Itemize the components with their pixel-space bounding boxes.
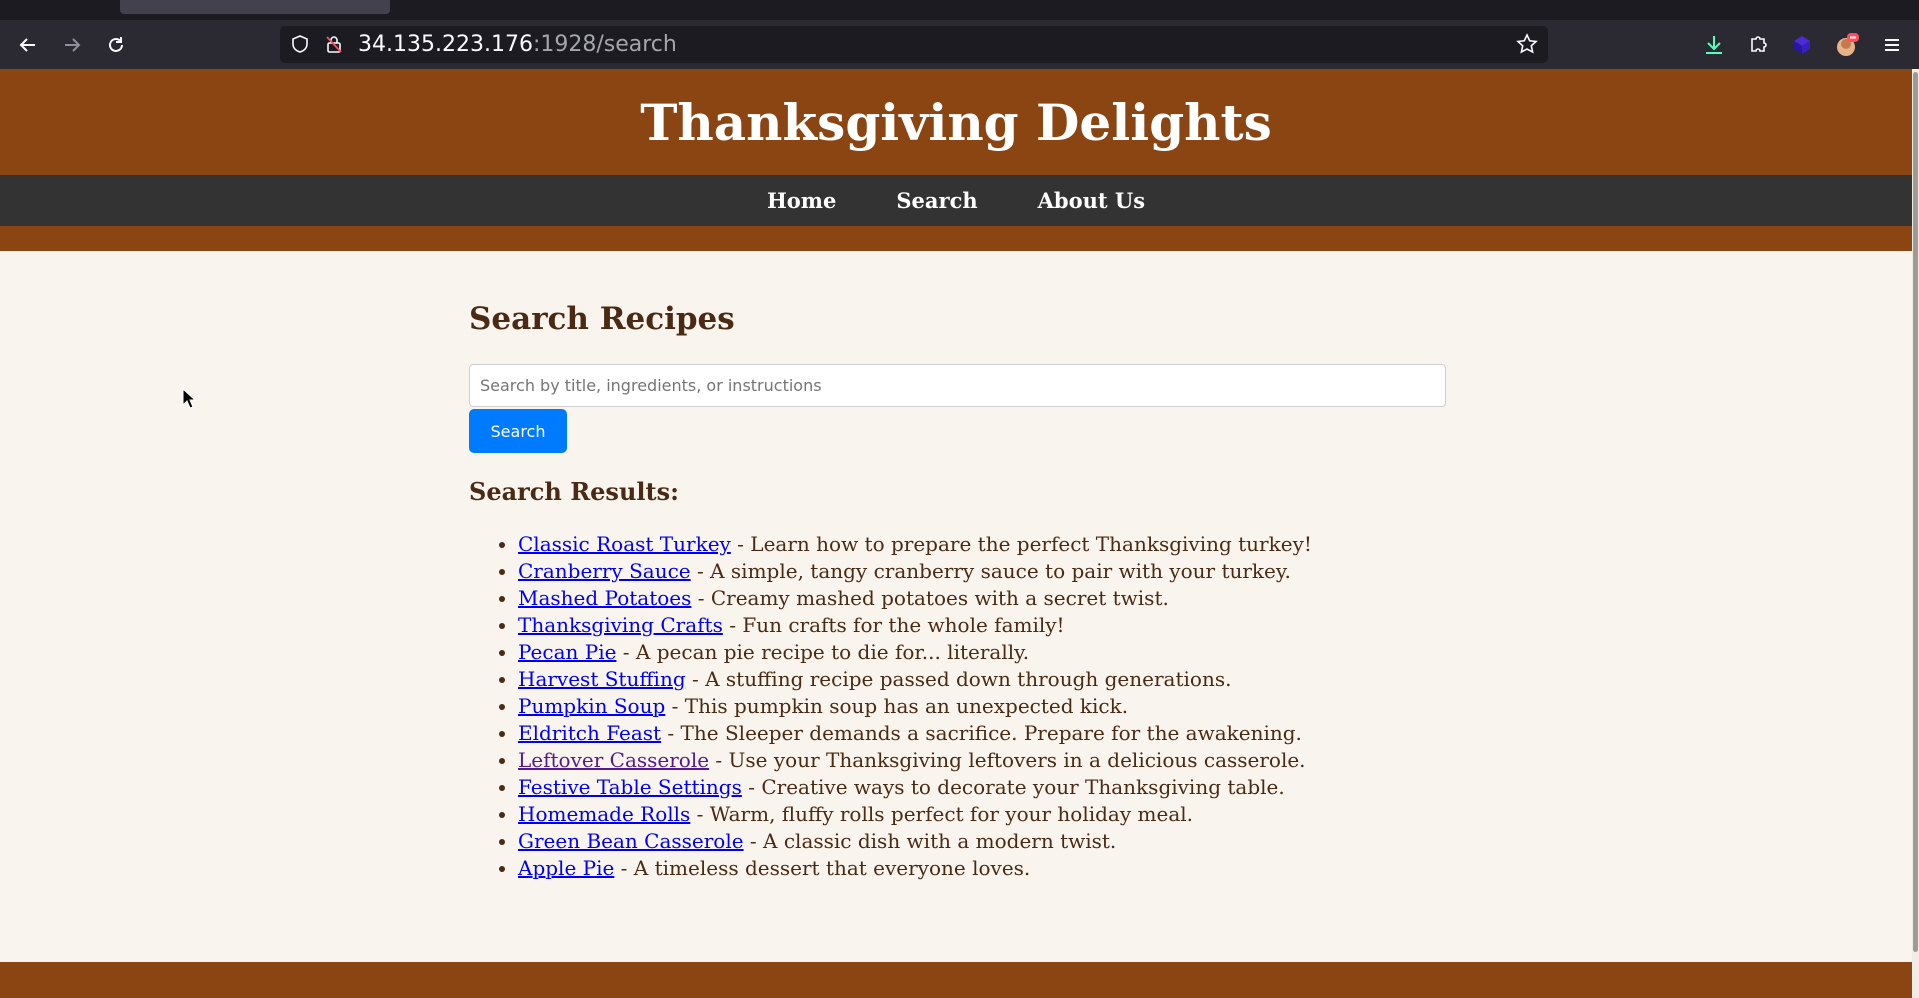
- result-link[interactable]: Apple Pie: [518, 856, 614, 880]
- result-link[interactable]: Homemade Rolls: [518, 802, 690, 826]
- result-link[interactable]: Thanksgiving Crafts: [518, 613, 723, 637]
- result-description: - Learn how to prepare the perfect Thank…: [730, 532, 1312, 556]
- result-description: - A stuffing recipe passed down through …: [685, 667, 1232, 691]
- tab-strip: [0, 0, 1919, 20]
- result-item: Mashed Potatoes - Creamy mashed potatoes…: [518, 585, 1446, 612]
- result-link[interactable]: Green Bean Casserole: [518, 829, 744, 853]
- site-title: Thanksgiving Delights: [640, 92, 1272, 152]
- search-input[interactable]: [469, 364, 1446, 407]
- download-icon[interactable]: [1700, 31, 1728, 59]
- result-description: - A pecan pie recipe to die for... liter…: [616, 640, 1030, 664]
- browser-toolbar: 34.135.223.176:1928/search: [0, 20, 1919, 69]
- site-header: Thanksgiving Delights: [0, 69, 1912, 175]
- result-link[interactable]: Harvest Stuffing: [518, 667, 686, 691]
- puzzle-icon[interactable]: [1744, 31, 1772, 59]
- result-item: Festive Table Settings - Creative ways t…: [518, 774, 1446, 801]
- star-icon[interactable]: [1516, 33, 1538, 55]
- site-footer: [0, 962, 1912, 998]
- result-description: - Fun crafts for the whole family!: [722, 613, 1065, 637]
- result-item: Eldritch Feast - The Sleeper demands a s…: [518, 720, 1446, 747]
- site-nav: Home Search About Us: [0, 175, 1912, 226]
- scrollbar-thumb[interactable]: [1913, 72, 1918, 952]
- result-description: - Use your Thanksgiving leftovers in a d…: [709, 748, 1306, 772]
- shield-icon[interactable]: [290, 34, 310, 54]
- mouse-cursor-icon: [182, 388, 196, 409]
- result-description: - This pumpkin soup has an unexpected ki…: [665, 694, 1129, 718]
- result-item: Homemade Rolls - Warm, fluffy rolls perf…: [518, 801, 1446, 828]
- result-link[interactable]: Pecan Pie: [518, 640, 616, 664]
- result-description: - A timeless dessert that everyone loves…: [614, 856, 1031, 880]
- header-band: [0, 226, 1912, 251]
- nav-home-link[interactable]: Home: [767, 188, 836, 213]
- url-text[interactable]: 34.135.223.176:1928/search: [358, 32, 677, 57]
- extension-cube-icon[interactable]: [1788, 31, 1816, 59]
- hamburger-menu-icon[interactable]: [1876, 29, 1908, 61]
- result-description: - The Sleeper demands a sacrifice. Prepa…: [661, 721, 1302, 745]
- result-description: - A simple, tangy cranberry sauce to pai…: [690, 559, 1291, 583]
- result-description: - A classic dish with a modern twist.: [743, 829, 1117, 853]
- reload-icon[interactable]: [100, 29, 132, 61]
- address-bar[interactable]: 34.135.223.176:1928/search: [280, 26, 1548, 63]
- avatar-extension-icon[interactable]: [1832, 31, 1860, 59]
- search-section: Search Recipes Search Search Results: Cl…: [469, 251, 1446, 882]
- result-link[interactable]: Festive Table Settings: [518, 775, 742, 799]
- browser-tab[interactable]: [120, 0, 390, 14]
- result-link[interactable]: Leftover Casserole: [518, 748, 709, 772]
- result-link[interactable]: Mashed Potatoes: [518, 586, 691, 610]
- insecure-lock-icon[interactable]: [324, 34, 344, 54]
- result-item: Classic Roast Turkey - Learn how to prep…: [518, 531, 1446, 558]
- result-link[interactable]: Cranberry Sauce: [518, 559, 691, 583]
- result-item: Pecan Pie - A pecan pie recipe to die fo…: [518, 639, 1446, 666]
- result-item: Thanksgiving Crafts - Fun crafts for the…: [518, 612, 1446, 639]
- url-host: 34.135.223.176: [358, 32, 533, 57]
- results-list: Classic Roast Turkey - Learn how to prep…: [469, 531, 1446, 882]
- result-item: Green Bean Casserole - A classic dish wi…: [518, 828, 1446, 855]
- result-link[interactable]: Pumpkin Soup: [518, 694, 665, 718]
- result-item: Leftover Casserole - Use your Thanksgivi…: [518, 747, 1446, 774]
- result-link[interactable]: Classic Roast Turkey: [518, 532, 731, 556]
- search-button[interactable]: Search: [469, 409, 567, 453]
- result-item: Harvest Stuffing - A stuffing recipe pas…: [518, 666, 1446, 693]
- result-item: Pumpkin Soup - This pumpkin soup has an …: [518, 693, 1446, 720]
- web-page: Thanksgiving Delights Home Search About …: [0, 69, 1912, 998]
- result-item: Cranberry Sauce - A simple, tangy cranbe…: [518, 558, 1446, 585]
- nav-search-link[interactable]: Search: [896, 188, 977, 213]
- page-title: Search Recipes: [469, 301, 735, 337]
- results-heading: Search Results:: [469, 477, 679, 506]
- result-link[interactable]: Eldritch Feast: [518, 721, 661, 745]
- result-description: - Creamy mashed potatoes with a secret t…: [691, 586, 1169, 610]
- nav-about-link[interactable]: About Us: [1038, 188, 1145, 213]
- forward-arrow-icon[interactable]: [56, 29, 88, 61]
- result-item: Apple Pie - A timeless dessert that ever…: [518, 855, 1446, 882]
- back-arrow-icon[interactable]: [12, 29, 44, 61]
- result-description: - Warm, fluffy rolls perfect for your ho…: [690, 802, 1193, 826]
- url-path: :1928/search: [532, 32, 677, 57]
- result-description: - Creative ways to decorate your Thanksg…: [741, 775, 1285, 799]
